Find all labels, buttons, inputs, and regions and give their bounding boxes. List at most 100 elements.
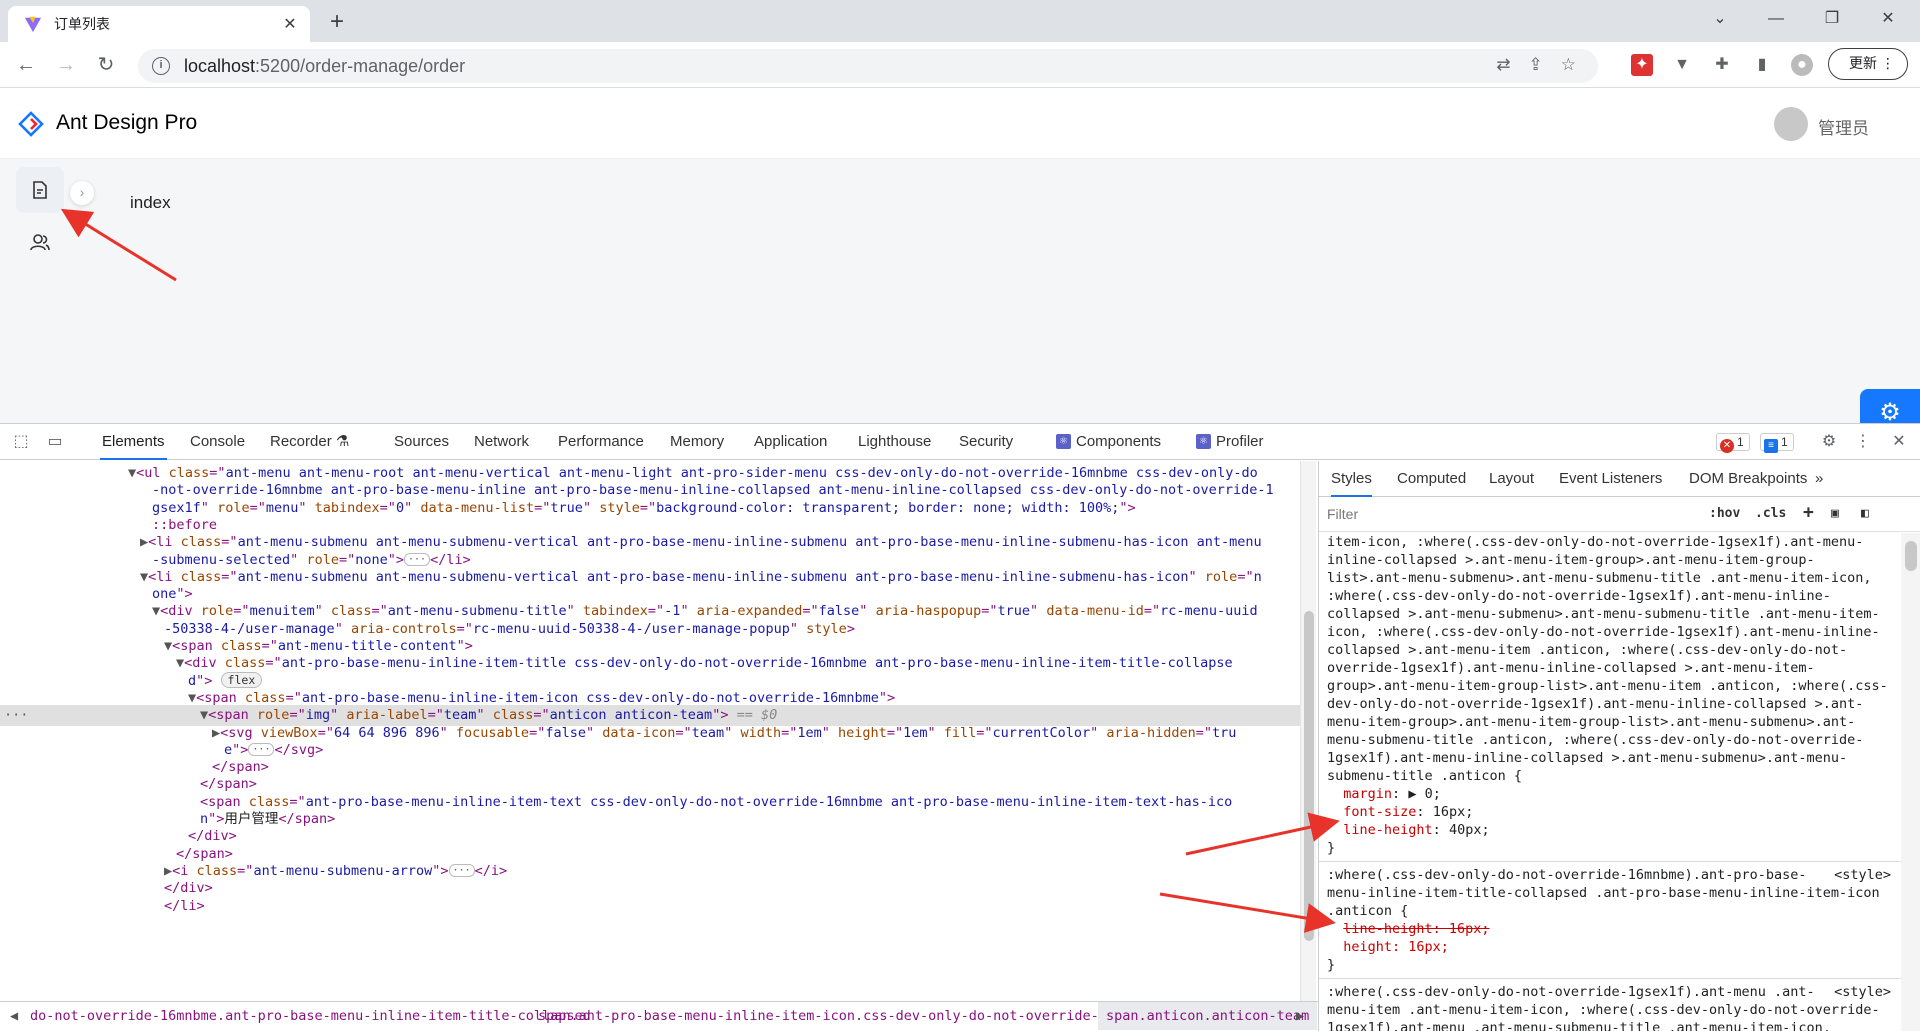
css-property-margin[interactable]: margin: ▶ 0; [1327,785,1897,803]
css-property-line-height[interactable]: line-height: 40px; [1327,821,1897,839]
bookmark-star-icon[interactable]: ☆ [1561,55,1576,75]
css-selector-line[interactable]: .anticon { [1327,902,1897,920]
paint-icon[interactable]: ▣ [1831,506,1839,521]
breadcrumb-item-1[interactable]: do-not-override-16mnbme.ant-pro-base-men… [30,1002,591,1030]
tab-event-listeners[interactable]: Event Listeners [1559,461,1662,497]
devtools-tab-network[interactable]: Network [472,424,531,460]
css-selector-line[interactable]: menu-item .ant-menu-item-icon, :where(.c… [1327,1001,1897,1019]
devtools-close-icon[interactable]: ✕ [1888,432,1910,452]
css-selector-line[interactable]: :where(.css-dev-only-do-not-override-1gs… [1327,983,1897,1001]
tab-search-icon[interactable]: ⌄ [1696,0,1744,38]
error-badge[interactable]: ✕ 1 [1716,433,1750,453]
elements-breadcrumb: ◀ do-not-override-16mnbme.ant-pro-base-m… [0,1001,1318,1031]
back-icon[interactable]: ← [10,50,42,80]
css-selector-line[interactable]: 1gsex1f).ant-menu-inline-collapsed >.ant… [1327,749,1897,767]
tab-styles[interactable]: Styles [1331,461,1372,497]
devtools-tab-console[interactable]: Console [188,424,247,460]
share-icon[interactable]: ⇪ [1529,55,1543,75]
breadcrumb-scroll-right-icon[interactable]: ▶ [1296,1002,1304,1030]
message-badge[interactable]: ≡ 1 [1760,433,1794,453]
css-selector-line[interactable]: menu-inline-item-title-collapsed .ant-pr… [1327,884,1897,902]
tab-computed[interactable]: Computed [1397,461,1466,497]
css-selector-line[interactable]: submenu-title .anticon { [1327,767,1897,785]
inspect-element-icon[interactable]: ⬚ [10,432,32,452]
breadcrumb-item-3[interactable]: span.anticon.anticon-team [1098,1002,1318,1030]
devtools-tab-security[interactable]: Security [957,424,1015,460]
class-toggle[interactable]: .cls [1755,506,1786,521]
vue-devtools-icon[interactable]: ▼ [1671,54,1693,76]
devtools-tab-recorder[interactable]: Recorder ⚗ [268,424,351,460]
close-window-button[interactable]: ✕ [1864,0,1912,38]
css-property-height[interactable]: height: 16px; [1327,938,1897,956]
tab-dom-breakpoints[interactable]: DOM Breakpoints [1689,461,1807,497]
elements-tree[interactable]: ▼<ul class="ant-menu ant-menu-root ant-m… [0,461,1300,1001]
collapse-sider-button[interactable]: › [70,181,94,205]
react-devtools-icon: ⚛ [1056,434,1071,449]
devtools-tabbar: ⬚ ▭ Elements Console Recorder ⚗ Sources Netw… [0,424,1920,460]
css-selector-line[interactable]: icon, :where(.css-dev-only-do-not-overri… [1327,623,1897,641]
reload-icon[interactable]: ↻ [90,50,122,80]
username[interactable]: 管理员 [1818,114,1869,139]
css-selector-line[interactable]: collapsed >.ant-menu-submenu>.ant-menu-s… [1327,605,1897,623]
breadcrumb-scroll-left-icon[interactable]: ◀ [10,1002,18,1030]
new-rule-icon[interactable]: + [1803,502,1814,523]
css-selector-line[interactable]: menu-submenu-title .anticon, :where(.css… [1327,731,1897,749]
css-selector-line[interactable]: inline-collapsed >.ant-menu-item-group>.… [1327,551,1897,569]
styles-scrollbar[interactable] [1901,533,1920,1031]
css-selector-line[interactable]: override-1gsex1f).ant-menu-inline-collap… [1327,659,1897,677]
css-selector-line[interactable]: list>.ant-menu-submenu>.ant-menu-submenu… [1327,569,1897,587]
devtools-tab-lighthouse[interactable]: Lighthouse [856,424,933,460]
extensions-puzzle-icon[interactable]: ✚ [1711,54,1733,76]
devtools-tab-elements[interactable]: Elements [100,424,167,460]
css-property-line-height[interactable]: line-height: 16px; [1327,920,1897,938]
translate-icon[interactable]: ⇄ [1496,55,1510,75]
css-selector-line[interactable]: group>.ant-menu-item-group-list>.ant-men… [1327,677,1897,695]
minimize-button[interactable]: — [1752,0,1800,38]
avatar[interactable] [1774,107,1808,141]
css-selector-line[interactable]: dev-only-do-not-override-1gsex1f).ant-me… [1327,695,1897,713]
css-close-brace[interactable]: } [1327,839,1897,857]
devtools-tab-sources[interactable]: Sources [392,424,451,460]
devtools-more-icon[interactable]: ⋮ [1852,432,1874,452]
profile-avatar-icon[interactable]: ● [1791,54,1813,76]
devtools-tab-memory[interactable]: Memory [668,424,726,460]
sidebar-item-order[interactable] [16,167,64,213]
devtools-settings-icon[interactable]: ⚙ [1818,432,1840,452]
update-button[interactable]: 更新 ⋮ [1828,48,1908,80]
devtools-tab-application[interactable]: Application [752,424,829,460]
sidebar-item-user-manage[interactable] [16,219,64,265]
devtools-tab-profiler[interactable]: ⚛ Profiler [1196,424,1266,460]
device-toolbar-icon[interactable]: ▭ [44,432,66,452]
new-tab-button[interactable]: + [322,8,352,38]
css-selector-line[interactable]: collapsed >.ant-menu-item .anticon, :whe… [1327,641,1897,659]
toggle-sidebar-icon[interactable]: ◧ [1861,506,1869,521]
tab-layout[interactable]: Layout [1489,461,1534,497]
settings-drawer-button[interactable]: ⚙ [1860,389,1920,423]
devtools-tab-components[interactable]: ⚛ Components [1056,424,1163,460]
side-menu [0,159,80,423]
hover-state-toggle[interactable]: :hov [1709,506,1740,521]
dom-node-line[interactable]: </li> [0,896,1300,917]
styles-filter-input[interactable]: Filter [1327,506,1358,522]
extension-red-icon[interactable]: ✦ [1631,54,1653,76]
devtools-tab-performance[interactable]: Performance [556,424,646,460]
site-info-icon[interactable]: i [152,57,170,75]
close-tab-icon[interactable]: ✕ [280,14,300,34]
css-rules-list[interactable]: item-icon, :where(.css-dev-only-do-not-o… [1319,533,1901,1031]
side-panel-icon[interactable]: ▮ [1751,54,1773,76]
forward-icon[interactable]: → [50,50,82,80]
css-property-font-size[interactable]: font-size: 16px; [1327,803,1897,821]
address-bar[interactable]: i localhost:5200/order-manage/order ⇄ ⇪ … [138,49,1598,83]
css-selector-line[interactable]: menu-item-group>.ant-menu-item-group-lis… [1327,713,1897,731]
browser-tab-active[interactable]: 订单列表 ✕ [8,6,310,42]
breadcrumb-item-2[interactable]: span.ant-pro-base-menu-inline-item-icon.… [538,1002,1156,1030]
styles-filter-bar: Filter :hov .cls + ▣ ◧ [1319,498,1920,532]
css-close-brace[interactable]: } [1327,956,1897,974]
more-tabs-icon[interactable]: » [1815,461,1823,497]
restore-button[interactable]: ❐ [1808,0,1856,38]
css-selector-line[interactable]: 1gsex1f).ant-menu .ant-menu-submenu-titl… [1327,1019,1897,1031]
elements-scrollbar[interactable] [1300,461,1316,1001]
css-selector-line[interactable]: :where(.css-dev-only-do-not-override-1gs… [1327,587,1897,605]
css-selector-line[interactable]: :where(.css-dev-only-do-not-override-16m… [1327,866,1897,884]
css-selector-line[interactable]: item-icon, :where(.css-dev-only-do-not-o… [1327,533,1897,551]
